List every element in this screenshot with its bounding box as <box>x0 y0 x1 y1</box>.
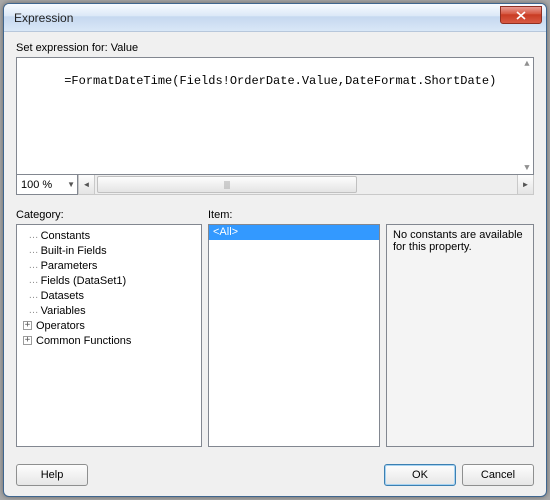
list-item[interactable]: <All> <box>209 225 379 240</box>
scroll-thumb[interactable] <box>97 176 357 193</box>
description-label-spacer <box>386 209 534 221</box>
item-label: Item: <box>208 209 380 221</box>
tree-item-label: Operators <box>36 320 85 332</box>
button-row: Help OK Cancel <box>16 456 534 486</box>
tree-item-label: Constants <box>41 230 91 242</box>
tree-item[interactable]: + Common Functions <box>19 333 199 348</box>
tree-item-label: Parameters <box>41 260 98 272</box>
expression-text: =FormatDateTime(Fields!OrderDate.Value,D… <box>64 74 496 88</box>
editor-scroll-down[interactable]: ▼ <box>522 163 532 173</box>
description-panel: No constants are available for this prop… <box>386 209 534 447</box>
tree-item[interactable]: …Built-in Fields <box>19 243 199 258</box>
titlebar[interactable]: Expression <box>4 4 546 32</box>
tree-item-label: Variables <box>41 305 86 317</box>
window-title: Expression <box>14 11 73 25</box>
tree-leaf-icon: … <box>23 290 39 301</box>
tree-leaf-icon: … <box>23 230 39 241</box>
category-tree[interactable]: …Constants …Built-in Fields …Parameters … <box>16 224 202 447</box>
tree-item[interactable]: …Datasets <box>19 288 199 303</box>
chevron-down-icon: ▼ <box>67 180 75 189</box>
close-button[interactable] <box>500 6 542 24</box>
tree-leaf-icon: … <box>23 305 39 316</box>
description-text: No constants are available for this prop… <box>386 224 534 447</box>
expression-editor[interactable]: =FormatDateTime(Fields!OrderDate.Value,D… <box>16 57 534 175</box>
scroll-right-button[interactable]: ► <box>517 175 533 194</box>
tree-item[interactable]: …Fields (DataSet1) <box>19 273 199 288</box>
item-list[interactable]: <All> <box>208 224 380 447</box>
zoom-value: 100 % <box>21 179 52 191</box>
tree-item-label: Fields (DataSet1) <box>41 275 127 287</box>
editor-scroll-up[interactable]: ▲ <box>522 59 532 69</box>
panels: Category: …Constants …Built-in Fields …P… <box>16 209 534 447</box>
tree-item[interactable]: …Parameters <box>19 258 199 273</box>
expand-icon[interactable]: + <box>23 321 32 330</box>
tree-item[interactable]: …Constants <box>19 228 199 243</box>
scroll-left-button[interactable]: ◄ <box>79 175 95 194</box>
tree-item[interactable]: …Variables <box>19 303 199 318</box>
tree-leaf-icon: … <box>23 260 39 271</box>
cancel-button[interactable]: Cancel <box>462 464 534 486</box>
close-icon <box>516 11 526 20</box>
ok-button[interactable]: OK <box>384 464 456 486</box>
dialog-content: Set expression for: Value =FormatDateTim… <box>4 32 546 496</box>
zoom-row: 100 % ▼ ◄ ► <box>16 175 534 195</box>
category-panel: Category: …Constants …Built-in Fields …P… <box>16 209 202 447</box>
expression-dialog: Expression Set expression for: Value =Fo… <box>3 3 547 497</box>
tree-item-label: Datasets <box>41 290 84 302</box>
tree-item-label: Common Functions <box>36 335 131 347</box>
editor-hscrollbar[interactable]: ◄ ► <box>78 175 534 195</box>
expression-label: Set expression for: Value <box>16 42 534 54</box>
help-button[interactable]: Help <box>16 464 88 486</box>
expand-icon[interactable]: + <box>23 336 32 345</box>
category-label: Category: <box>16 209 202 221</box>
tree-leaf-icon: … <box>23 275 39 286</box>
item-panel: Item: <All> <box>208 209 380 447</box>
zoom-select[interactable]: 100 % ▼ <box>16 175 78 195</box>
tree-item[interactable]: + Operators <box>19 318 199 333</box>
tree-item-label: Built-in Fields <box>41 245 107 257</box>
tree-leaf-icon: … <box>23 245 39 256</box>
